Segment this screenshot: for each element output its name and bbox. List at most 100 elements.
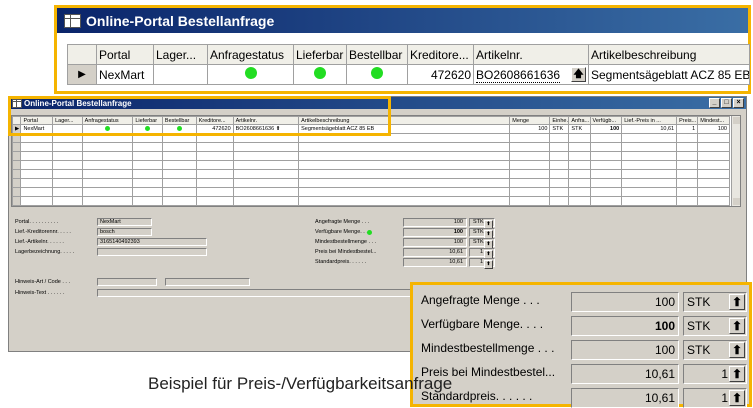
column-header[interactable]: Kreditore... [407, 44, 474, 65]
vertical-scrollbar[interactable] [731, 116, 740, 206]
unit-value: STK [687, 319, 711, 333]
lookup-arrow-icon[interactable]: ⬆ [484, 260, 493, 269]
column-header[interactable]: Lieferbar [293, 44, 347, 65]
maximize-button[interactable]: □ [721, 98, 732, 108]
availability-value-field[interactable]: 100 [403, 228, 467, 237]
column-header[interactable]: Verfügb... [589, 116, 623, 125]
unit-field[interactable]: 1 ⬆ [683, 364, 747, 384]
unit-field[interactable]: STK ⬆ [683, 292, 747, 312]
column-header[interactable]: Lager... [153, 44, 208, 65]
availability-label: Angefragte Menge . . . [315, 219, 370, 225]
availability-panel-small: Angefragte Menge . . . 100 STK ⬆ Verfügbare … [315, 215, 505, 275]
preis2-cell[interactable]: 1 [676, 124, 699, 134]
unit-value: STK [473, 239, 484, 245]
kreditor-label: Lief.-Kreditorennr. . . . . [15, 229, 71, 235]
unit-value: 1 [721, 391, 728, 405]
unit-value: STK [687, 343, 711, 357]
column-header[interactable]: Portal [96, 44, 154, 65]
lookup-arrow-icon[interactable]: ⬆ [729, 318, 745, 334]
unit-value: 1 [721, 367, 728, 381]
unit-field[interactable]: STK ⬆ [469, 238, 495, 249]
preis-cell[interactable]: 10,61 [621, 124, 678, 134]
status-green-icon [244, 67, 257, 79]
unit-value: 1 [479, 259, 483, 265]
unit-field[interactable]: STK ⬆ [683, 316, 747, 336]
anfragestatus-cell [207, 64, 294, 85]
availability-value-field[interactable]: 10,61 [571, 364, 679, 384]
scroll-down-icon[interactable] [733, 198, 740, 205]
close-button[interactable]: × [733, 98, 744, 108]
column-header[interactable]: Menge [509, 116, 551, 125]
unit-field[interactable]: 1 ⬆ [469, 258, 495, 269]
unit-value: STK [473, 229, 484, 235]
availability-value-field[interactable]: 10,61 [403, 258, 467, 267]
availability-value-field[interactable]: 100 [571, 340, 679, 360]
column-header[interactable]: Mindest... [697, 116, 730, 125]
anfra-cell[interactable]: STK [568, 124, 591, 134]
lager-field[interactable] [97, 248, 207, 256]
availability-label: Preis bei Mindestbestel... [315, 249, 377, 255]
artikel-field[interactable]: 3165140492393 [97, 238, 207, 246]
hinweis-text-field[interactable] [97, 289, 417, 297]
hinweis-art-label: Hinweis-Art / Code . . . [15, 279, 71, 285]
hinweis-art-field[interactable] [97, 278, 157, 286]
availability-label: Verfügbare Menge. . . . [421, 317, 544, 331]
lieferbar-cell [293, 64, 347, 85]
availability-label: Mindestbestellmenge . . . [421, 341, 555, 355]
hinweis-text-label: Hinweis-Text . . . . . . [15, 290, 65, 296]
minimize-button[interactable]: _ [709, 98, 720, 108]
portal-cell[interactable]: NexMart [96, 64, 154, 85]
callout-title: Online-Portal Bestellanfrage [86, 12, 275, 29]
availability-value-field[interactable]: 100 [403, 218, 467, 227]
beschreibung-cell[interactable]: Segmentsägeblatt ACZ 85 EB [588, 64, 750, 85]
column-header[interactable]: Anfra... [568, 116, 591, 125]
artikelnr-cell[interactable]: BO2608661636 🡅 [473, 64, 589, 85]
mindest-cell[interactable]: 100 [697, 124, 730, 134]
unit-value: 1 [479, 249, 483, 255]
lookup-arrow-icon[interactable]: ⬆ [729, 294, 745, 310]
status-green-icon [367, 230, 372, 235]
hinweis-code-field[interactable] [165, 278, 250, 286]
lookup-arrow-icon[interactable]: ⬆ [729, 342, 745, 358]
availability-label: Mindestbestellmenge . . . [315, 239, 377, 245]
portal-label: Portal. . . . . . . . . . [15, 219, 59, 225]
kreditor-field[interactable]: bosch [97, 228, 152, 236]
table-row[interactable]: ▶ NexMart 472620 BO2608661636 🡅 Segmentsä… [67, 64, 750, 85]
unit-field[interactable]: STK ⬆ [469, 228, 495, 239]
column-header[interactable]: Anfragestatus [207, 44, 294, 65]
column-header[interactable]: Lief.-Preis in ... [621, 116, 678, 125]
availability-label: Angefragte Menge . . . [421, 293, 540, 307]
status-green-icon [371, 67, 383, 79]
availability-value-field[interactable]: 10,61 [403, 248, 467, 257]
unit-field[interactable]: STK ⬆ [683, 340, 747, 360]
scroll-up-icon[interactable] [733, 117, 740, 124]
column-header[interactable]: Artikelnr. [473, 44, 589, 65]
lookup-arrow-icon[interactable]: ⬆ [729, 366, 745, 382]
unit-field[interactable]: 1 ⬆ [683, 388, 747, 408]
unit-field[interactable]: 1 ⬆ [469, 248, 495, 259]
kreditor-cell[interactable]: 472620 [407, 64, 474, 85]
availability-value-field[interactable]: 100 [403, 238, 467, 247]
lookup-arrow-icon[interactable]: ⬆ [729, 390, 745, 406]
unit-field[interactable]: STK ⬆ [469, 218, 495, 229]
verfuegb-cell[interactable]: 100 [589, 124, 623, 134]
availability-value-field[interactable]: 100 [571, 316, 679, 336]
portal-field[interactable]: NexMart [97, 218, 152, 226]
lager-cell[interactable] [153, 64, 208, 85]
lookup-arrow-icon[interactable]: 🡅 [571, 67, 586, 82]
column-header[interactable]: Preis... [676, 116, 699, 125]
callout-title-bar: Online-Portal Bestellanfrage [57, 8, 748, 33]
availability-label: Verfügbare Menge. . . . [315, 229, 371, 235]
availability-value-field[interactable]: 100 [571, 292, 679, 312]
column-header[interactable]: Artikelbeschreibung [588, 44, 750, 65]
callout-grid: Portal Lager... Anfragestatus Lieferbar … [67, 44, 750, 85]
menge-cell[interactable]: 100 [509, 124, 551, 134]
callout-availability-zoom: Angefragte Menge . . . 100 STK ⬆ Verfügbare … [410, 282, 752, 408]
artikel-label: Lief.-Artikelnr. . . . . . [15, 239, 64, 245]
column-header[interactable]: Einhe... [549, 116, 570, 125]
availability-value-field[interactable]: 10,61 [571, 388, 679, 408]
callout-grid-zoom: Online-Portal Bestellanfrage Portal Lage… [54, 5, 751, 94]
einheit-cell[interactable]: STK [549, 124, 570, 134]
column-header[interactable]: Bestellbar [346, 44, 408, 65]
artikelnr-value: BO2608661636 [476, 67, 561, 83]
